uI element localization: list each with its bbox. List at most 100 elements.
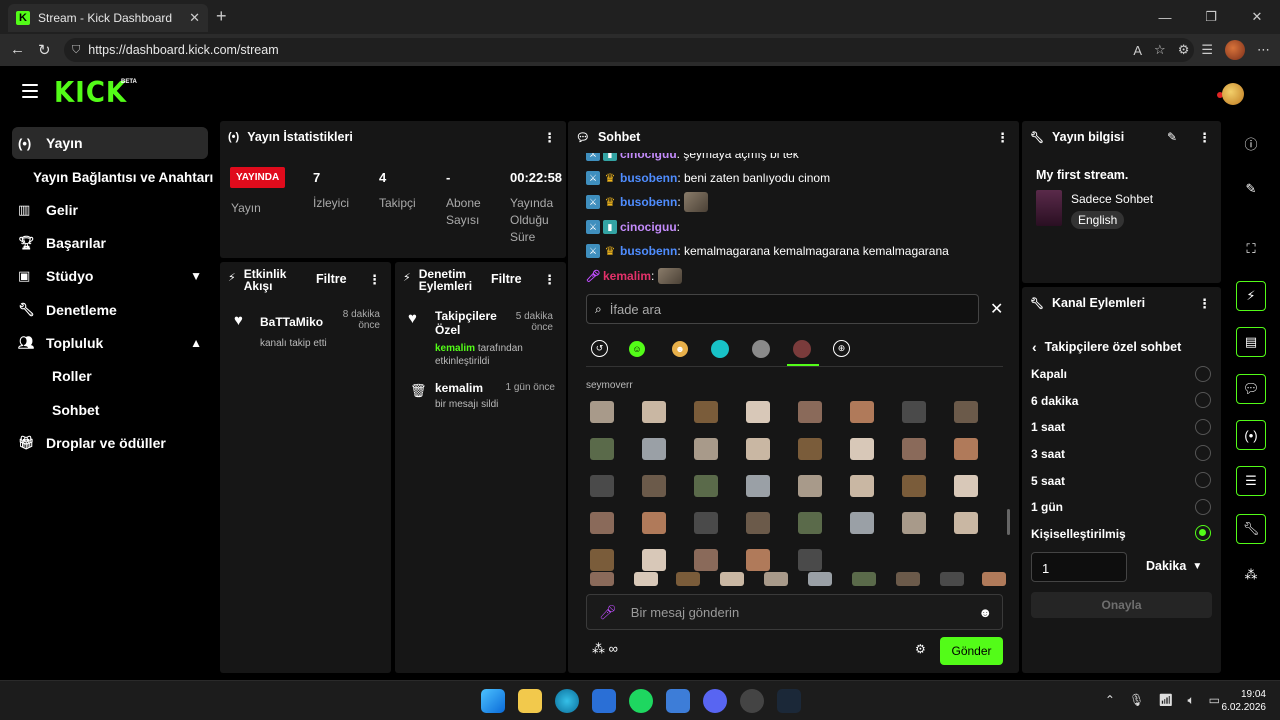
emote-item[interactable] bbox=[642, 401, 666, 423]
close-window-icon[interactable]: ✕ bbox=[1234, 0, 1280, 34]
filter-button[interactable]: Filtre bbox=[491, 272, 522, 286]
emote-item[interactable] bbox=[850, 475, 874, 497]
more-vertical-icon[interactable]: ⋮ bbox=[996, 130, 1009, 146]
back-to-actions[interactable]: ‹ Takipçilere özel sohbet bbox=[1032, 339, 1181, 355]
hamburger-menu-icon[interactable] bbox=[22, 84, 38, 98]
mod-action-user[interactable]: kemalim bbox=[435, 381, 483, 395]
extensions-icon[interactable]: ⚙ bbox=[1178, 42, 1190, 58]
channel-emotes-tab-icon[interactable] bbox=[711, 340, 729, 358]
kick-emotes-tab-icon[interactable]: ☺ bbox=[629, 341, 645, 357]
lightning-icon[interactable]: ⚡︎ bbox=[1236, 281, 1266, 311]
emote-item[interactable] bbox=[850, 438, 874, 460]
sidebar-item-sohbet[interactable]: Sohbet bbox=[12, 394, 208, 426]
emote-scrollbar[interactable] bbox=[1007, 509, 1010, 535]
chat-username[interactable]: busobenn bbox=[620, 244, 677, 258]
emote-item[interactable] bbox=[642, 475, 666, 497]
emote-item[interactable] bbox=[694, 438, 718, 460]
clock[interactable]: 19:04 6.02.2026 bbox=[1222, 688, 1267, 714]
chat-username[interactable]: cinociguu bbox=[620, 220, 677, 234]
send-button[interactable]: Gönder bbox=[940, 637, 1003, 665]
emote-item[interactable] bbox=[746, 401, 770, 423]
emote-item[interactable] bbox=[634, 572, 658, 586]
mod-actor[interactable]: kemalim bbox=[435, 343, 475, 354]
emote-item[interactable] bbox=[590, 438, 614, 460]
emote-item[interactable] bbox=[642, 438, 666, 460]
edit-pencil-icon[interactable]: ✎ bbox=[1167, 130, 1177, 144]
radio-5-saat[interactable] bbox=[1195, 472, 1211, 488]
emote-item[interactable] bbox=[902, 438, 926, 460]
emote-item[interactable] bbox=[764, 572, 788, 586]
steam-icon[interactable] bbox=[777, 689, 801, 713]
emoji-tab-icon[interactable]: ☻ bbox=[672, 341, 688, 357]
custom-duration-input[interactable]: 1 bbox=[1031, 552, 1127, 582]
chevron-up-icon[interactable]: ⌃ bbox=[1105, 693, 1115, 708]
emote-item[interactable] bbox=[746, 549, 770, 571]
emote-item[interactable] bbox=[590, 549, 614, 571]
confirm-button[interactable]: Onayla bbox=[1031, 592, 1212, 618]
chat-username[interactable]: busobenn bbox=[620, 195, 677, 209]
url-field[interactable]: ⛉ https://dashboard.kick.com/stream bbox=[64, 38, 1194, 62]
emote-item[interactable] bbox=[902, 401, 926, 423]
favorite-star-icon[interactable]: ☆ bbox=[1154, 42, 1166, 58]
emote-item[interactable] bbox=[590, 512, 614, 534]
stack-icon[interactable]: ☰ bbox=[1236, 466, 1266, 496]
info-icon[interactable]: ⓘ bbox=[1236, 128, 1266, 158]
notes-icon[interactable]: ▤ bbox=[1236, 327, 1266, 357]
emote-item[interactable] bbox=[642, 549, 666, 571]
emote-item[interactable] bbox=[676, 572, 700, 586]
emote-item[interactable] bbox=[694, 549, 718, 571]
emote-item[interactable] bbox=[850, 512, 874, 534]
emote-item[interactable] bbox=[590, 401, 614, 423]
sidebar-item-stream-key[interactable]: Yayın Bağlantısı ve Anahtarı bbox=[33, 161, 229, 193]
emote-item[interactable] bbox=[798, 438, 822, 460]
minimize-icon[interactable]: — bbox=[1142, 0, 1188, 34]
kick-logo[interactable]: KICK bbox=[54, 77, 127, 110]
emote-item[interactable] bbox=[642, 512, 666, 534]
emote-item[interactable] bbox=[954, 401, 978, 423]
global-emotes-tab-icon[interactable]: ⊕ bbox=[833, 340, 850, 357]
emote-item[interactable] bbox=[694, 475, 718, 497]
edit-pencil-icon[interactable]: ✎ bbox=[1236, 174, 1266, 204]
browser-tab[interactable]: K Stream - Kick Dashboard ✕ bbox=[8, 4, 208, 32]
emote-item[interactable] bbox=[720, 572, 744, 586]
site-info-icon[interactable]: ⛉ bbox=[72, 44, 80, 57]
stream-category[interactable]: Sadece Sohbet bbox=[1071, 192, 1153, 206]
favorites-icon[interactable]: ☰ bbox=[1201, 42, 1213, 58]
close-emote-picker-icon[interactable]: ✕ bbox=[990, 299, 1003, 319]
sidebar-item-topluluk[interactable]: 👥︎ Topluluk ▲ bbox=[12, 327, 208, 359]
emote-item[interactable] bbox=[590, 475, 614, 497]
edge-browser-icon[interactable] bbox=[555, 689, 579, 713]
user-avatar[interactable] bbox=[1222, 83, 1244, 105]
emote-item[interactable] bbox=[902, 512, 926, 534]
radio-1-gun[interactable] bbox=[1195, 499, 1211, 515]
emote-item[interactable] bbox=[798, 401, 822, 423]
file-explorer-icon[interactable] bbox=[518, 689, 542, 713]
more-icon[interactable]: ⋯ bbox=[1257, 42, 1270, 58]
emote-item[interactable] bbox=[746, 438, 770, 460]
broadcast-icon[interactable]: (•) bbox=[1236, 420, 1266, 450]
profile-avatar[interactable] bbox=[1225, 40, 1245, 60]
more-vertical-icon[interactable]: ⋮ bbox=[543, 130, 556, 146]
wifi-icon[interactable]: 📶︎ bbox=[1158, 693, 1173, 708]
filter-button[interactable]: Filtre bbox=[316, 272, 347, 286]
chat-message-input[interactable]: 🎤︎ Bir mesaj gönderin ☻ bbox=[586, 594, 1003, 630]
maximize-icon[interactable]: ❐ bbox=[1188, 0, 1234, 34]
radio-1-saat[interactable] bbox=[1195, 419, 1211, 435]
fullscreen-icon[interactable]: ⛶ bbox=[1236, 234, 1266, 264]
emote-item[interactable] bbox=[954, 512, 978, 534]
chat-username[interactable]: busobenn bbox=[620, 171, 677, 185]
spotify-icon[interactable] bbox=[629, 689, 653, 713]
unit-dropdown[interactable]: Dakika ▼ bbox=[1146, 559, 1202, 573]
close-tab-icon[interactable]: ✕ bbox=[189, 10, 200, 26]
activity-user[interactable]: BaTTaMiko bbox=[260, 315, 323, 329]
emote-item[interactable] bbox=[798, 512, 822, 534]
emote-item[interactable] bbox=[852, 572, 876, 586]
sidebar-item-studyo[interactable]: ▣ Stüdyo ▼ bbox=[12, 260, 208, 292]
sidebar-item-yayin[interactable]: (•) Yayın bbox=[12, 127, 208, 159]
emote-item[interactable] bbox=[954, 475, 978, 497]
obs-icon[interactable] bbox=[740, 689, 764, 713]
sidebar-item-roller[interactable]: Roller bbox=[12, 360, 208, 392]
emote-item[interactable] bbox=[940, 572, 964, 586]
store-icon[interactable] bbox=[592, 689, 616, 713]
refresh-icon[interactable]: ↻ bbox=[38, 41, 51, 59]
